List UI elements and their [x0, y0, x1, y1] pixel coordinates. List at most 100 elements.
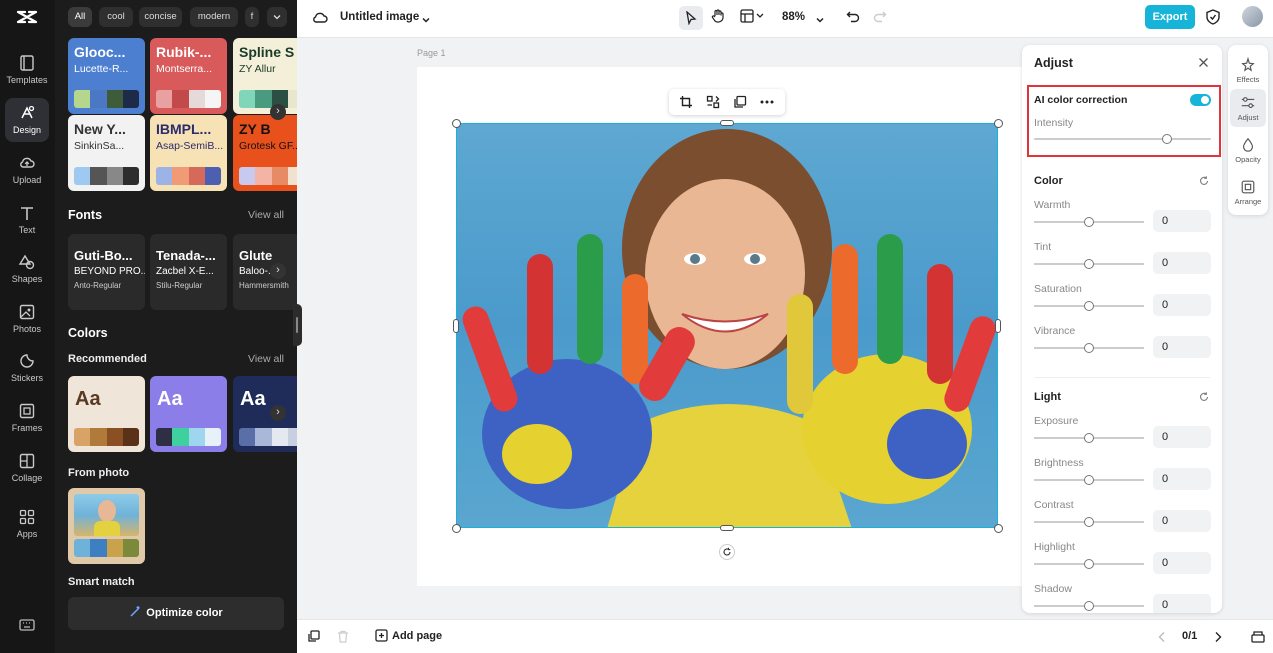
- reset-light-icon[interactable]: [1199, 392, 1209, 402]
- resize-handle-tl[interactable]: [452, 119, 461, 128]
- style-card[interactable]: Glooc... Lucette-R...: [68, 38, 145, 114]
- undo-button[interactable]: [846, 10, 860, 29]
- style-card-subheading: ZY Allur: [239, 63, 276, 75]
- rail-item-photos[interactable]: Photos: [5, 297, 49, 341]
- intensity-slider[interactable]: [1034, 138, 1211, 140]
- tab-adjust[interactable]: Adjust: [1230, 89, 1266, 127]
- shield-icon[interactable]: [1206, 9, 1220, 30]
- vibrance-slider-knob[interactable]: [1084, 343, 1094, 353]
- warmth-value-input[interactable]: 0: [1153, 210, 1211, 232]
- exposure-value-input[interactable]: 0: [1153, 426, 1211, 448]
- rail-item-collage[interactable]: Collage: [5, 446, 49, 490]
- saturation-slider-knob[interactable]: [1084, 301, 1094, 311]
- zoom-level[interactable]: 88%: [782, 11, 805, 23]
- filter-chip[interactable]: f: [245, 7, 259, 27]
- resize-handle-br[interactable]: [994, 524, 1003, 533]
- warmth-slider-knob[interactable]: [1084, 217, 1094, 227]
- rail-item-templates[interactable]: Templates: [5, 48, 49, 92]
- shadow-slider-knob[interactable]: [1084, 601, 1094, 611]
- title-dropdown-icon[interactable]: [421, 12, 431, 30]
- fonts-view-all-link[interactable]: View all: [248, 209, 284, 221]
- recommended-view-all-link[interactable]: View all: [248, 353, 284, 365]
- rail-item-text[interactable]: Text: [5, 198, 49, 242]
- document-title[interactable]: Untitled image: [340, 11, 419, 23]
- brightness-slider-knob[interactable]: [1084, 475, 1094, 485]
- keyboard-icon[interactable]: [19, 618, 35, 632]
- resize-handle-tr[interactable]: [994, 119, 1003, 128]
- style-card[interactable]: Spline S ZY Allur: [233, 38, 297, 114]
- vibrance-value-input[interactable]: 0: [1153, 336, 1211, 358]
- filter-chip[interactable]: modern: [190, 7, 238, 27]
- font-card[interactable]: Tenada-... Zacbel X-E... Stilu-Regular: [150, 234, 227, 310]
- intensity-slider-knob[interactable]: [1161, 134, 1172, 144]
- rotate-handle[interactable]: [719, 544, 735, 560]
- resize-handle-left[interactable]: [453, 319, 459, 333]
- tint-value-input[interactable]: 0: [1153, 252, 1211, 274]
- crop-icon[interactable]: [679, 95, 693, 109]
- duplicate-icon[interactable]: [733, 95, 747, 109]
- delete-icon[interactable]: [337, 630, 349, 643]
- filter-more-button[interactable]: [267, 7, 287, 27]
- contrast-slider-knob[interactable]: [1084, 517, 1094, 527]
- color-palette-card[interactable]: Aa: [233, 376, 297, 452]
- color-palette-card[interactable]: Aa: [68, 376, 145, 452]
- contrast-value-input[interactable]: 0: [1153, 510, 1211, 532]
- font-card[interactable]: Guti-Bo... BEYOND PRO... Anto-Regular: [68, 234, 145, 310]
- tint-slider-knob[interactable]: [1084, 259, 1094, 269]
- highlight-slider-knob[interactable]: [1084, 559, 1094, 569]
- style-card[interactable]: IBMPL... Asap-SemiB...: [150, 115, 227, 191]
- more-icon[interactable]: [760, 100, 774, 104]
- export-button[interactable]: Export: [1145, 5, 1195, 29]
- prev-page-icon[interactable]: [1157, 631, 1167, 643]
- add-page-button[interactable]: Add page: [375, 629, 442, 642]
- filter-chip[interactable]: concise: [139, 7, 182, 27]
- font-cards-next-button[interactable]: ›: [270, 263, 286, 279]
- reset-color-icon[interactable]: [1199, 176, 1209, 186]
- redo-button[interactable]: [873, 10, 887, 29]
- tab-effects[interactable]: Effects: [1230, 51, 1266, 89]
- photo-palette-card[interactable]: [68, 488, 145, 564]
- shadow-value-input[interactable]: 0: [1153, 594, 1211, 613]
- filter-chip[interactable]: All: [68, 7, 92, 27]
- tab-opacity[interactable]: Opacity: [1230, 131, 1266, 169]
- capcut-logo[interactable]: [15, 7, 39, 27]
- brightness-value-input[interactable]: 0: [1153, 468, 1211, 490]
- color-palette-card[interactable]: Aa: [150, 376, 227, 452]
- rail-item-apps[interactable]: Apps: [5, 502, 49, 546]
- cloud-icon[interactable]: [312, 10, 328, 29]
- exposure-slider-knob[interactable]: [1084, 433, 1094, 443]
- zoom-dropdown-icon[interactable]: [815, 12, 825, 30]
- resize-handle-top[interactable]: [720, 120, 734, 126]
- panel-collapse-handle[interactable]: [293, 304, 302, 346]
- rail-item-frames[interactable]: Frames: [5, 396, 49, 440]
- resize-handle-bl[interactable]: [452, 524, 461, 533]
- style-cards-next-button[interactable]: ›: [270, 104, 286, 120]
- style-card[interactable]: ZY B Grotesk GF...: [233, 115, 297, 191]
- next-page-icon[interactable]: [1213, 631, 1223, 643]
- resize-handle-right[interactable]: [995, 319, 1001, 333]
- filter-chip[interactable]: cool: [99, 7, 133, 27]
- page-manager-icon[interactable]: [1251, 630, 1265, 643]
- resize-handle-bottom[interactable]: [720, 525, 734, 531]
- select-tool-button[interactable]: [679, 6, 703, 30]
- rail-item-upload[interactable]: Upload: [5, 148, 49, 192]
- font-card[interactable]: Glute Baloo-... Hammersmith: [233, 234, 297, 310]
- color-cards-next-button[interactable]: ›: [270, 405, 286, 421]
- layout-tool-button[interactable]: [740, 9, 766, 28]
- avatar[interactable]: [1242, 6, 1263, 27]
- close-icon[interactable]: [1198, 57, 1209, 68]
- canvas-image[interactable]: [456, 123, 998, 528]
- layers-icon[interactable]: [307, 630, 320, 643]
- smart-tool-icon[interactable]: [706, 95, 720, 109]
- style-card[interactable]: New Y... SinkinSa...: [68, 115, 145, 191]
- optimize-color-button[interactable]: Optimize color: [68, 597, 284, 630]
- hand-tool-button[interactable]: [710, 8, 726, 29]
- ai-correction-toggle[interactable]: [1190, 94, 1211, 106]
- rail-item-design[interactable]: Design: [5, 98, 49, 142]
- rail-item-shapes[interactable]: Shapes: [5, 247, 49, 291]
- saturation-value-input[interactable]: 0: [1153, 294, 1211, 316]
- tab-arrange[interactable]: Arrange: [1230, 173, 1266, 211]
- style-card[interactable]: Rubik-... Montserra...: [150, 38, 227, 114]
- rail-item-stickers[interactable]: Stickers: [5, 346, 49, 390]
- highlight-value-input[interactable]: 0: [1153, 552, 1211, 574]
